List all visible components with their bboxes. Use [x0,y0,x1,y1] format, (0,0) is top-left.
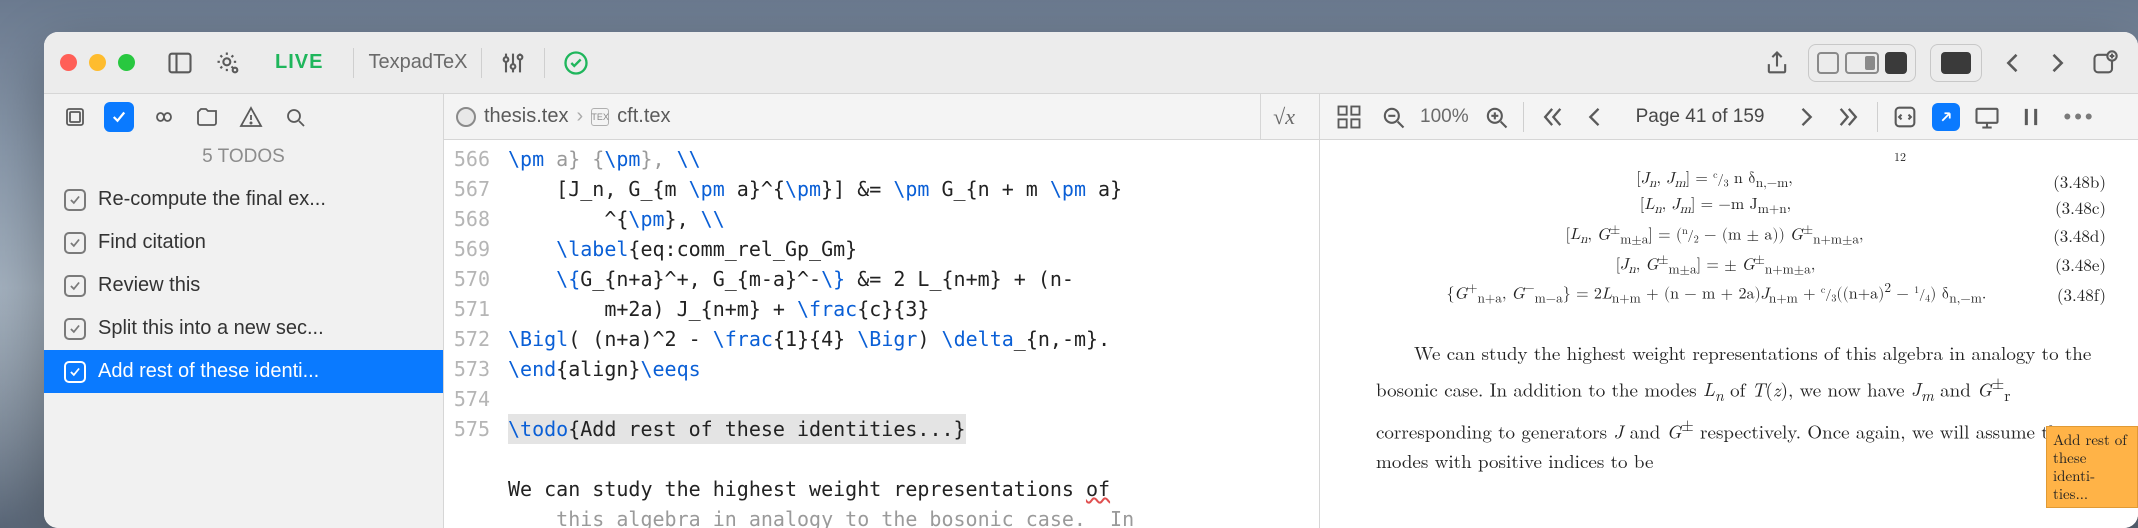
live-indicator[interactable]: LIVE [275,51,323,74]
zoom-level-label: 100% [1420,106,1469,128]
columns-icon[interactable] [2014,100,2048,134]
layout-split[interactable] [1845,52,1879,74]
layout-segmented-control[interactable] [1808,44,1916,82]
equation-tag: (3.48d) [2053,223,2106,247]
chevron-right-icon: › [576,105,583,128]
prev-page-icon[interactable] [1578,100,1612,134]
preview-toolbar: 100% Page 41 of 159 ••• [1320,94,2138,140]
todo-label: Find citation [98,231,206,254]
preview-fill-icon [1941,52,1971,74]
breadcrumb-root: thesis.tex [484,105,568,128]
files-icon[interactable] [192,102,222,132]
checkbox-icon [64,361,86,383]
titlebar: LIVE TexpadTeX [44,32,2138,94]
breadcrumb-leaf: cft.tex [617,105,670,128]
equation-tag: (3.48f) [2057,282,2106,306]
layout-current[interactable] [1885,52,1907,74]
todo-item[interactable]: Review this [44,264,443,307]
equation-tag: (3.48b) [2053,169,2106,193]
todo-item[interactable]: Split this into a new sec... [44,307,443,350]
close-window-button[interactable] [60,54,77,71]
preview-body-text: We can study the highest weight represen… [1376,338,2106,476]
first-page-icon[interactable] [1534,100,1568,134]
sidebar: 5 TODOS Re-compute the final ex... Find c… [44,94,444,528]
search-icon[interactable] [280,102,310,132]
editor-tabbar: thesis.tex › TEX cft.tex √x [444,94,1319,140]
checkbox-icon [64,275,86,297]
minimize-window-button[interactable] [89,54,106,71]
todo-list: Re-compute the final ex... Find citation R… [44,178,443,393]
divider [1523,102,1524,132]
equalizer-icon[interactable] [496,46,530,80]
typeset-status-icon[interactable] [559,46,593,80]
zoom-in-icon[interactable] [1479,100,1513,134]
sync-preview-active-icon[interactable] [1932,103,1960,131]
todo-label: Split this into a new sec... [98,317,324,340]
todo-item[interactable]: Re-compute the final ex... [44,178,443,221]
nav-back-button[interactable] [1996,46,2030,80]
outline-icon[interactable] [60,102,90,132]
equation-row: [Jn, Jm] = c⁄3 n δn,−m,(3.48b) [1376,169,2106,193]
todos-tab-active[interactable] [104,102,134,132]
equation-row: {G+n+a, G−m−a} = 2Ln+m + (n − m + 2a)Jn+… [1376,280,2106,308]
preview-pane: 100% Page 41 of 159 ••• 12[Jn, Jm] = c⁄3… [1320,94,2138,528]
fullscreen-window-button[interactable] [118,54,135,71]
preview-mode-button[interactable] [1930,44,1982,82]
sidebar-toggle-button[interactable] [163,46,197,80]
divider [481,48,482,78]
sync-editor-icon[interactable] [1888,100,1922,134]
todo-count-label: 5 TODOS [44,140,443,178]
checkbox-icon [64,232,86,254]
target-ring-icon [456,107,476,127]
page-indicator: Page 41 of 159 [1636,106,1765,128]
thumbnails-icon[interactable] [1332,100,1366,134]
code-editor[interactable]: 566 567 568 569 570 571 572 573 574 575 … [444,140,1319,528]
line-gutter: 566 567 568 569 570 571 572 573 574 575 [444,140,500,528]
equation-tag: (3.48c) [2055,195,2106,219]
todo-label: Re-compute the final ex... [98,188,326,211]
divider [353,48,354,78]
infinity-icon[interactable] [148,102,178,132]
app-window: LIVE TexpadTeX [44,32,2138,528]
math-snippet-button[interactable]: √x [1260,94,1307,139]
preview-body[interactable]: 12[Jn, Jm] = c⁄3 n δn,−m,(3.48b)[Ln, Jm]… [1320,140,2138,528]
todo-label: Add rest of these identi... [98,360,319,383]
nav-forward-button[interactable] [2040,46,2074,80]
code-content[interactable]: \pm a} {\pm}, \\ [J_n, G_{m \pm a}^{\pm}… [500,140,1319,528]
equation-row: [Ln, G±m±a] = (n⁄2 − (m ± a)) G±n+m±a,(3… [1376,221,2106,249]
more-icon[interactable]: ••• [2058,104,2102,130]
new-tab-button[interactable] [2088,46,2122,80]
tex-file-icon: TEX [591,108,609,126]
next-page-icon[interactable] [1789,100,1823,134]
divider [1877,102,1878,132]
layout-editor-only[interactable] [1817,52,1839,74]
todo-item[interactable]: Find citation [44,221,443,264]
last-page-icon[interactable] [1833,100,1867,134]
breadcrumb[interactable]: thesis.tex › TEX cft.tex [456,105,671,128]
warnings-icon[interactable] [236,102,266,132]
todo-item[interactable]: Add rest of these identi... [44,350,443,393]
checkbox-icon [64,318,86,340]
divider [544,48,545,78]
equation-row: [Ln, Jm] = −m Jm+n,(3.48c) [1376,195,2106,219]
present-icon[interactable] [1970,100,2004,134]
equation-row: [Jn, G±m±a] = ± G±n+m±a,(3.48e) [1376,251,2106,279]
share-icon[interactable] [1760,46,1794,80]
zoom-out-icon[interactable] [1376,100,1410,134]
checkbox-icon [64,189,86,211]
settings-gear-icon[interactable] [211,46,245,80]
nav-arrows [1996,46,2074,80]
equation-tag: (3.48e) [2055,252,2106,276]
todo-margin-note[interactable]: Add rest of these identi-ties... [2046,426,2138,508]
todo-label: Review this [98,274,200,297]
sidebar-toolbar [44,94,443,140]
window-controls [60,54,135,71]
editor-pane: thesis.tex › TEX cft.tex √x 566 567 568 … [444,94,1320,528]
engine-label[interactable]: TexpadTeX [368,51,467,74]
